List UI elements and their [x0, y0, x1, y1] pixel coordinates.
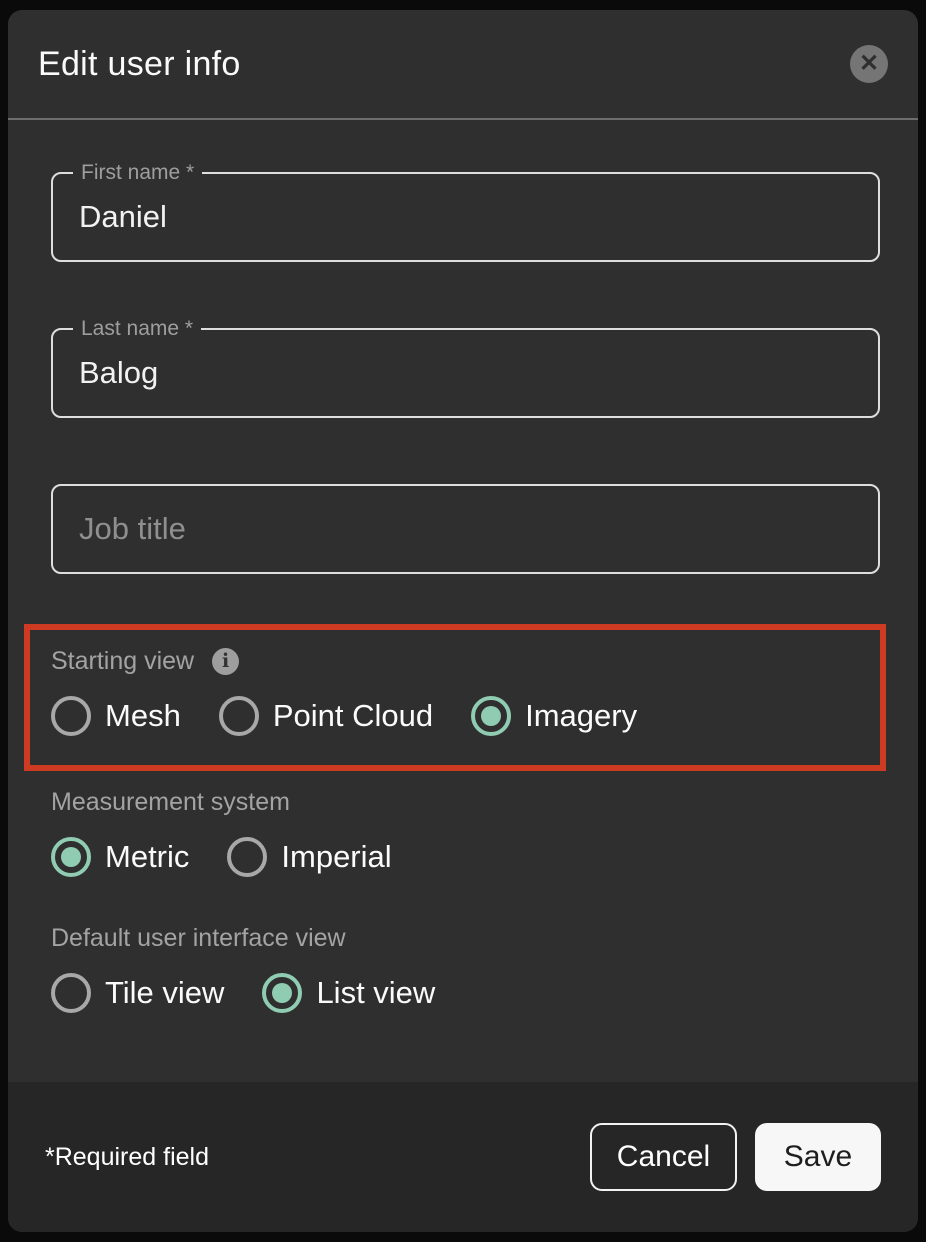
radio-option-label: Imagery	[525, 698, 637, 734]
info-icon[interactable]: i	[212, 648, 239, 675]
cancel-button[interactable]: Cancel	[590, 1123, 737, 1191]
starting-view-label-text: Starting view	[51, 646, 194, 676]
default-ui-view-options: Tile view List view	[51, 973, 880, 1013]
radio-option-list-view[interactable]: List view	[262, 973, 435, 1013]
job-title-field	[51, 484, 880, 574]
radio-option-label: Point Cloud	[273, 698, 433, 734]
job-title-input[interactable]	[79, 511, 852, 547]
first-name-input[interactable]	[79, 199, 852, 235]
measurement-system-options: Metric Imperial	[51, 837, 880, 877]
last-name-label: Last name *	[73, 315, 201, 342]
radio-option-label: Mesh	[105, 698, 181, 734]
radio-option-label: Tile view	[105, 975, 224, 1011]
dialog-footer: *Required field Cancel Save	[8, 1082, 918, 1232]
edit-user-info-dialog: Edit user info ✕ First name * Last name …	[8, 10, 918, 1232]
last-name-field: Last name *	[51, 328, 880, 418]
starting-view-options: Mesh Point Cloud Imagery	[51, 696, 880, 736]
measurement-system-label: Measurement system	[51, 787, 880, 817]
dialog-header: Edit user info ✕	[8, 10, 918, 118]
first-name-label: First name *	[73, 159, 202, 186]
default-ui-view-group: Default user interface view Tile view Li…	[51, 923, 880, 1013]
radio-icon-selected	[262, 973, 302, 1013]
default-ui-view-label: Default user interface view	[51, 923, 880, 953]
radio-icon-selected	[471, 696, 511, 736]
radio-icon	[219, 696, 259, 736]
starting-view-group-label: Starting view i	[51, 646, 880, 676]
radio-option-point-cloud[interactable]: Point Cloud	[219, 696, 433, 736]
last-name-input[interactable]	[79, 355, 852, 391]
radio-icon	[227, 837, 267, 877]
radio-option-imperial[interactable]: Imperial	[227, 837, 391, 877]
dialog-title: Edit user info	[38, 45, 241, 84]
radio-icon	[51, 696, 91, 736]
radio-icon-selected	[51, 837, 91, 877]
radio-option-tile-view[interactable]: Tile view	[51, 973, 224, 1013]
radio-option-label: Imperial	[281, 839, 391, 875]
required-field-note: *Required field	[45, 1143, 209, 1172]
close-icon: ✕	[859, 52, 879, 76]
save-button[interactable]: Save	[755, 1123, 881, 1191]
dialog-body: First name * Last name * Starting view i…	[8, 120, 918, 1082]
starting-view-highlight: Starting view i Mesh Point Cloud Imagery	[24, 624, 886, 771]
radio-option-mesh[interactable]: Mesh	[51, 696, 181, 736]
radio-option-metric[interactable]: Metric	[51, 837, 189, 877]
radio-option-label: List view	[316, 975, 435, 1011]
radio-option-label: Metric	[105, 839, 189, 875]
radio-icon	[51, 973, 91, 1013]
first-name-field: First name *	[51, 172, 880, 262]
radio-option-imagery[interactable]: Imagery	[471, 696, 637, 736]
close-button[interactable]: ✕	[850, 45, 888, 83]
measurement-system-group: Measurement system Metric Imperial	[51, 787, 880, 877]
